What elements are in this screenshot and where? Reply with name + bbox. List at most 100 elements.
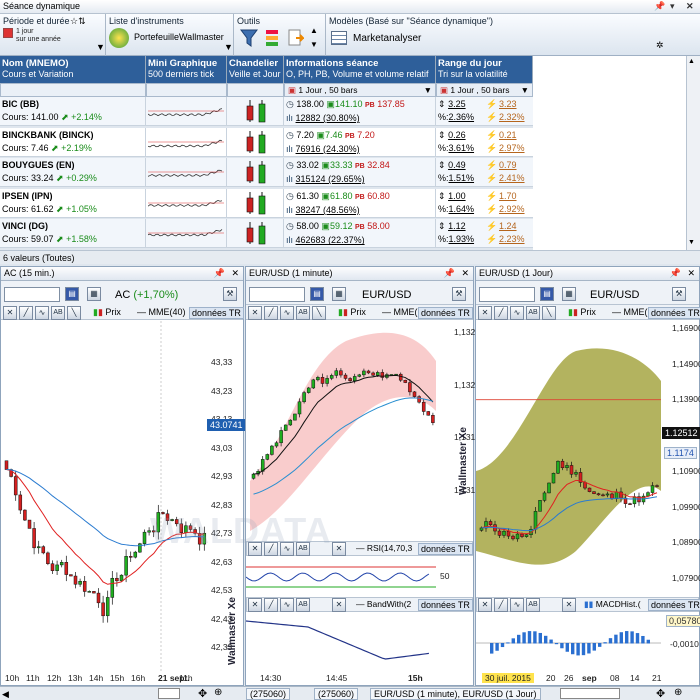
legend-ema[interactable]: — MME( <box>612 307 648 317</box>
period-value[interactable]: 1 jour sur une année <box>16 28 61 44</box>
close-indicator-icon[interactable]: ✕ <box>562 598 576 612</box>
column-header-candle[interactable]: Chandelier Veille et Jour <box>227 56 284 83</box>
spin-down-icon[interactable]: ▼ <box>310 40 318 49</box>
pin-icon[interactable]: 📌 <box>654 1 665 12</box>
tools-icon[interactable]: ⚒ <box>223 287 237 301</box>
legend-ema[interactable]: — MME( <box>382 307 418 317</box>
close-icon[interactable]: ✕ <box>686 1 694 12</box>
book-icon[interactable]: ▤ <box>65 287 79 301</box>
period-select-range[interactable]: ▣ 1 Jour , 50 bars ▼ <box>436 83 533 97</box>
legend-macd[interactable]: ▮▮ MACDHist.( <box>584 599 641 610</box>
eurusd-1day-price-chart[interactable] <box>476 321 699 597</box>
panel-title: AC (15 min.) 📌 ✕ <box>1 267 243 281</box>
column-header-name[interactable]: Nom (MNEMO) Cours et Variation <box>0 56 146 83</box>
macd-bar <box>619 632 623 644</box>
draw-trend-icon[interactable]: ╲ <box>542 306 556 320</box>
draw-line-icon[interactable]: ╱ <box>264 598 278 612</box>
draw-line-icon[interactable]: ╱ <box>19 306 33 320</box>
draw-curve-icon[interactable]: ∿ <box>510 598 524 612</box>
chevron-down-icon[interactable]: ▼ <box>224 42 233 52</box>
legend-price[interactable]: ▮▮ Prix <box>93 307 121 318</box>
period-select-session[interactable]: ▣ 1 Jour , 50 bars ▼ <box>284 83 436 97</box>
text-icon[interactable]: AB <box>526 598 540 612</box>
symbol-input[interactable] <box>4 287 60 302</box>
legend-price[interactable]: ▮▮ Prix <box>338 307 366 318</box>
column-header-range[interactable]: Range du jour Tri sur la volatilité <box>436 56 533 83</box>
draw-line-icon[interactable]: ╱ <box>494 306 508 320</box>
filter-icon[interactable] <box>240 28 258 48</box>
table-scrollbar[interactable]: ▲ ▼ <box>686 56 700 250</box>
zoom-icon[interactable]: ⊕ <box>674 687 682 698</box>
dropdown-icon[interactable]: ▾ <box>670 1 675 12</box>
sort-icon[interactable] <box>264 28 280 48</box>
draw-curve-icon[interactable]: ∿ <box>35 306 49 320</box>
close-indicator-icon[interactable]: ✕ <box>332 598 346 612</box>
book-icon[interactable]: ▤ <box>310 287 324 301</box>
period-group: Période et durée 1 jour sur une année ☆⇅… <box>0 14 106 56</box>
crosshair-icon[interactable]: ✕ <box>3 306 17 320</box>
legend-price[interactable]: ▮▮ Prix <box>568 307 596 318</box>
candle-cell <box>227 97 284 126</box>
list-value[interactable]: PortefeuilleWallmaster <box>134 32 224 42</box>
tools-icon[interactable]: ⚒ <box>672 287 686 301</box>
symbol-label: EUR/USD <box>590 289 640 301</box>
horizontal-scrollbar-thumb[interactable] <box>158 688 180 699</box>
scroll-left-icon[interactable]: ◀ <box>2 689 9 700</box>
star-icon[interactable]: ☆⇅ <box>70 16 86 27</box>
table-row[interactable]: BOUYGUES (EN) Cours: 33.24 ⬈ +0.29% ◷ 33.0… <box>0 158 533 188</box>
draw-line-icon[interactable]: ╱ <box>494 598 508 612</box>
move-icon[interactable]: ✥ <box>198 687 207 700</box>
symbol-input[interactable] <box>249 287 305 302</box>
ac-price-chart[interactable] <box>1 321 243 671</box>
chart-tools-icon[interactable]: ▦ <box>87 287 101 301</box>
eurusd-1min-price-chart[interactable] <box>246 321 473 541</box>
draw-trend-icon[interactable]: ╲ <box>312 306 326 320</box>
text-icon[interactable]: AB <box>296 306 310 320</box>
volume-value[interactable]: 12882 (30.80%) <box>296 113 360 123</box>
table-row[interactable]: IPSEN (IPN) Cours: 61.62 ⬈ +1.05% ◷ 61.30 … <box>0 188 533 218</box>
crosshair-icon[interactable]: ✕ <box>478 306 492 320</box>
draw-trend-icon[interactable]: ╲ <box>67 306 81 320</box>
crosshair-icon[interactable]: ✕ <box>478 598 492 612</box>
zoom-icon[interactable]: ⊕ <box>214 687 222 698</box>
draw-curve-icon[interactable]: ∿ <box>280 306 294 320</box>
spin-up-icon[interactable]: ▲ <box>310 26 318 35</box>
legend-bandwidth[interactable]: — BandWith(2 <box>356 599 411 609</box>
chart-tools-icon[interactable]: ▦ <box>332 287 346 301</box>
models-value[interactable]: Marketanalyser <box>353 33 421 44</box>
draw-line-icon[interactable]: ╱ <box>264 306 278 320</box>
bottom-tab-1[interactable]: (275060) <box>246 688 291 700</box>
crosshair-icon[interactable]: ✕ <box>248 598 262 612</box>
tools-icon[interactable]: ⚒ <box>452 287 466 301</box>
volume-value[interactable]: 315124 (29.65%) <box>296 174 365 184</box>
horizontal-scrollbar-thumb[interactable] <box>560 688 620 699</box>
legend-ema[interactable]: — MME(40) <box>137 307 186 317</box>
bottom-tab-2[interactable]: (275060) <box>314 688 359 700</box>
column-header-session[interactable]: Informations séance O, PH, PB, Volume et … <box>284 56 436 83</box>
crosshair-icon[interactable]: ✕ <box>248 306 262 320</box>
symbol-input[interactable] <box>479 287 535 302</box>
chevron-down-icon[interactable]: ▼ <box>96 42 105 52</box>
bandwidth-indicator-chart[interactable] <box>246 613 473 669</box>
draw-curve-icon[interactable]: ∿ <box>510 306 524 320</box>
volume-value[interactable]: 462683 (22.37%) <box>296 235 365 245</box>
bottom-tab-3[interactable]: EUR/USD (1 minute), EUR/USD (1 Jour) <box>370 688 541 700</box>
text-icon[interactable]: AB <box>296 598 310 612</box>
text-icon[interactable]: AB <box>51 306 65 320</box>
settings-icon[interactable]: ✲ <box>656 40 664 51</box>
table-row[interactable]: BINCKBANK (BINCK) Cours: 7.46 ⬈ +2.19% ◷ 7… <box>0 127 533 157</box>
draw-curve-icon[interactable]: ∿ <box>280 598 294 612</box>
volume-value[interactable]: 76916 (24.30%) <box>296 144 360 154</box>
volume-value[interactable]: 38247 (48.56%) <box>296 205 360 215</box>
close-indicator-icon[interactable]: ✕ <box>332 542 346 556</box>
rsi-indicator-chart[interactable] <box>246 557 473 597</box>
table-row[interactable]: BIC (BB) Cours: 141.00 ⬈ +2.14% ◷ 138.00 ▣… <box>0 97 533 126</box>
export-icon[interactable] <box>288 28 304 48</box>
text-icon[interactable]: AB <box>526 306 540 320</box>
legend-rsi[interactable]: — RSI(14,70,3 <box>356 543 412 553</box>
table-row[interactable]: VINCI (DG) Cours: 59.07 ⬈ +1.58% ◷ 58.00 ▣… <box>0 219 533 249</box>
book-icon[interactable]: ▤ <box>540 287 554 301</box>
move-icon[interactable]: ✥ <box>656 687 665 700</box>
column-header-minichart[interactable]: Mini Graphique 500 derniers tick <box>146 56 227 83</box>
chart-tools-icon[interactable]: ▦ <box>562 287 576 301</box>
